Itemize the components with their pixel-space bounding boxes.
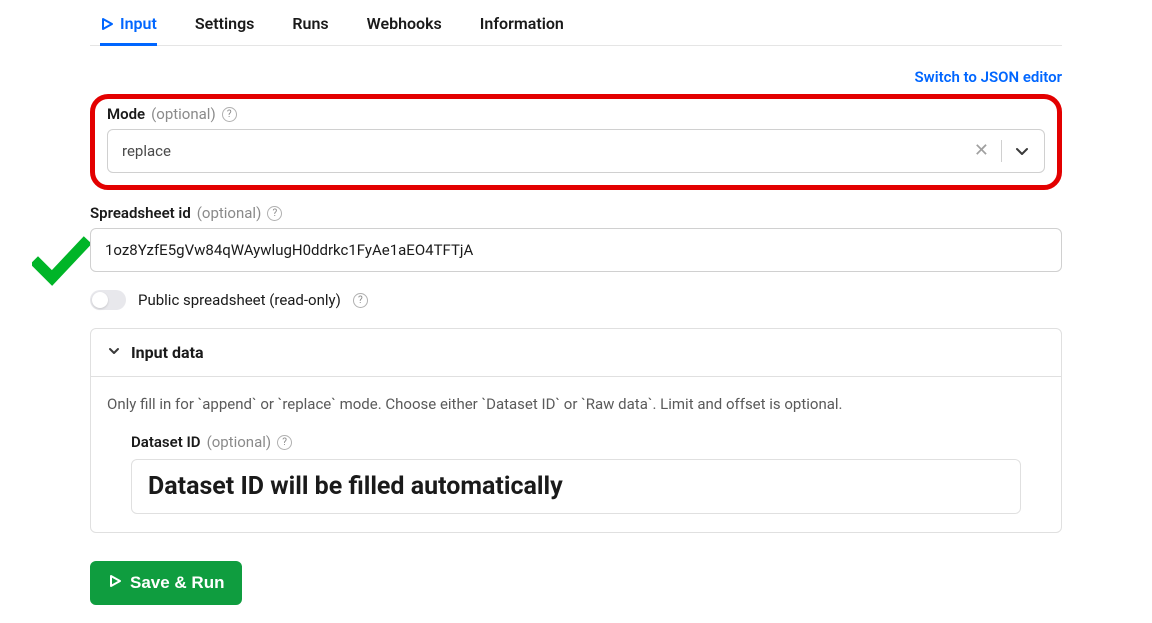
help-icon[interactable]: ? — [222, 107, 237, 122]
dataset-id-label: Dataset ID — [131, 433, 201, 451]
save-run-button[interactable]: Save & Run — [90, 561, 242, 605]
mode-optional: (optional) — [151, 105, 216, 123]
play-icon — [108, 573, 122, 593]
dataset-id-optional: (optional) — [207, 433, 272, 451]
mode-highlight-box: Mode (optional) ? replace ✕ — [90, 94, 1062, 190]
chevron-down-icon — [107, 343, 121, 362]
select-divider — [1001, 140, 1002, 162]
spreadsheet-id-optional: (optional) — [197, 204, 262, 222]
tab-label: Settings — [195, 14, 255, 33]
tab-label: Information — [480, 14, 564, 33]
mode-label: Mode — [107, 105, 145, 123]
tab-webhooks[interactable]: Webhooks — [367, 6, 442, 46]
help-icon[interactable]: ? — [267, 206, 282, 221]
tab-label: Webhooks — [367, 14, 442, 33]
input-data-panel-header[interactable]: Input data — [91, 329, 1061, 377]
mode-value: replace — [122, 142, 974, 160]
switch-to-json-link[interactable]: Switch to JSON editor — [914, 68, 1062, 86]
tab-label: Input — [120, 14, 157, 33]
input-data-panel: Input data Only fill in for `append` or … — [90, 328, 1062, 533]
dataset-id-box[interactable]: Dataset ID will be filled automatically — [131, 459, 1021, 514]
public-spreadsheet-label: Public spreadsheet (read-only) — [138, 291, 341, 309]
tab-information[interactable]: Information — [480, 6, 564, 46]
spreadsheet-id-input[interactable] — [90, 228, 1062, 272]
tab-label: Runs — [292, 14, 328, 33]
tab-input[interactable]: Input — [100, 6, 157, 46]
help-icon[interactable]: ? — [353, 293, 368, 308]
save-run-label: Save & Run — [130, 573, 224, 593]
panel-description: Only fill in for `append` or `replace` m… — [107, 395, 1045, 413]
chevron-down-icon[interactable] — [1014, 143, 1030, 159]
tab-bar: Input Settings Runs Webhooks Information — [90, 0, 1062, 46]
clear-icon[interactable]: ✕ — [974, 142, 989, 160]
spreadsheet-id-label: Spreadsheet id — [90, 204, 191, 222]
checkmark-icon — [32, 236, 90, 292]
mode-select[interactable]: replace ✕ — [107, 129, 1045, 173]
play-icon — [100, 17, 114, 31]
help-icon[interactable]: ? — [277, 435, 292, 450]
tab-settings[interactable]: Settings — [195, 6, 255, 46]
panel-title: Input data — [131, 343, 204, 362]
public-spreadsheet-toggle[interactable] — [90, 290, 126, 310]
tab-runs[interactable]: Runs — [292, 6, 328, 46]
